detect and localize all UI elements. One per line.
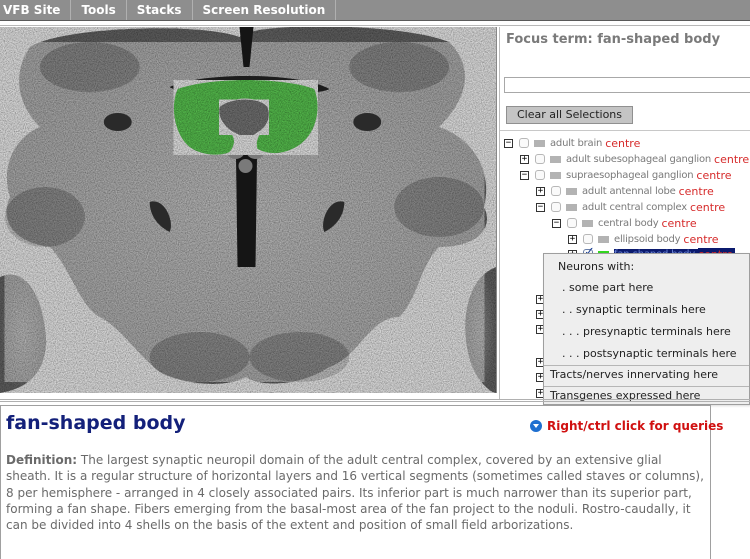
definition-body: The largest synaptic neuropil domain of …	[6, 453, 704, 533]
tree-label[interactable]: ellipsoid body	[614, 234, 681, 245]
term-search-input[interactable]	[504, 77, 750, 93]
query-context-menu: Neurons with: . some part here . . synap…	[543, 253, 750, 405]
menu-screen-resolution[interactable]: Screen Resolution	[193, 0, 337, 20]
menu-item-synaptic-terminals-here[interactable]: . . synaptic terminals here	[544, 299, 749, 321]
menu-item-postsynaptic-terminals-here[interactable]: . . . postsynaptic terminals here	[544, 343, 749, 365]
tree-row-adult-subesophageal-ganglion[interactable]: + adult subesophageal ganglion centre	[520, 151, 749, 167]
color-swatch[interactable]	[534, 139, 545, 147]
tree-checkbox[interactable]	[583, 234, 593, 244]
focus-term-label: Focus term: fan-shaped body	[506, 32, 721, 47]
color-swatch[interactable]	[582, 219, 593, 227]
tree-divider	[500, 130, 750, 131]
clear-all-selections-button[interactable]: Clear all Selections	[506, 106, 633, 124]
tree-checkbox[interactable]	[535, 170, 545, 180]
context-menu-heading: Neurons with:	[558, 260, 635, 273]
query-hint-text[interactable]: Right/ctrl click for queries	[547, 419, 723, 433]
menu-vfb-site[interactable]: VFB Site	[0, 0, 72, 20]
tree-label[interactable]: supraesophageal ganglion	[566, 170, 694, 181]
menu-tools[interactable]: Tools	[71, 0, 127, 20]
collapse-icon[interactable]: −	[552, 218, 561, 228]
tree-row-adult-antennal-lobe[interactable]: + adult antennal lobe centre	[536, 183, 714, 199]
centre-link[interactable]: centre	[661, 217, 696, 230]
color-swatch[interactable]	[550, 171, 561, 179]
tree-checkbox[interactable]	[551, 202, 561, 212]
menu-item-transgenes-expressed[interactable]: Transgenes expressed here	[544, 385, 749, 407]
definition-panel-divider	[0, 399, 750, 402]
tree-checkbox[interactable]	[551, 186, 561, 196]
collapse-icon[interactable]: −	[520, 170, 529, 180]
top-menu-bar: VFB Site Tools Stacks Screen Resolution	[0, 0, 750, 21]
tree-label[interactable]: central body	[598, 218, 659, 229]
color-swatch[interactable]	[550, 155, 561, 163]
tree-row-adult-central-complex[interactable]: − adult central complex centre	[536, 199, 725, 215]
tree-label[interactable]: adult subesophageal ganglion	[566, 154, 711, 165]
expand-icon[interactable]: +	[536, 186, 545, 196]
tree-label[interactable]: adult antennal lobe	[582, 186, 676, 197]
tree-row-supraesophageal-ganglion[interactable]: − supraesophageal ganglion centre	[520, 167, 732, 183]
term-definition-panel: fan-shaped body Right/ctrl click for que…	[0, 405, 723, 559]
centre-link[interactable]: centre	[714, 153, 749, 166]
expand-icon[interactable]: +	[520, 154, 529, 164]
menubar-divider	[0, 22, 750, 26]
tree-checkbox[interactable]	[567, 218, 577, 228]
collapse-icon[interactable]: −	[504, 138, 513, 148]
color-swatch[interactable]	[566, 203, 577, 211]
tree-label[interactable]: adult central complex	[582, 202, 687, 213]
brain-stack-viewer[interactable]	[0, 27, 497, 393]
definition-text: Definition: The largest synaptic neuropi…	[6, 452, 708, 533]
query-hint[interactable]: Right/ctrl click for queries	[530, 419, 723, 433]
centre-link[interactable]: centre	[690, 201, 725, 214]
menu-item-some-part-here[interactable]: . some part here	[544, 277, 749, 299]
centre-link[interactable]: centre	[679, 185, 714, 198]
menu-item-presynaptic-terminals-here[interactable]: . . . presynaptic terminals here	[544, 321, 749, 343]
collapse-icon[interactable]: −	[536, 202, 545, 212]
menu-item-tracts-nerves-innervating[interactable]: Tracts/nerves innervating here	[544, 364, 749, 386]
definition-label: Definition:	[6, 453, 78, 467]
tree-row-adult-brain[interactable]: − adult brain centre	[504, 135, 640, 151]
tree-checkbox[interactable]	[519, 138, 529, 148]
dropdown-circle-icon[interactable]	[530, 420, 542, 432]
term-title: fan-shaped body	[6, 412, 186, 434]
color-swatch[interactable]	[566, 187, 577, 195]
centre-link[interactable]: centre	[683, 233, 718, 246]
tree-row-central-body[interactable]: − central body centre	[552, 215, 697, 231]
centre-link[interactable]: centre	[605, 137, 640, 150]
centre-link[interactable]: centre	[696, 169, 731, 182]
tree-label[interactable]: adult brain	[550, 138, 602, 149]
brain-image[interactable]	[0, 27, 496, 393]
color-swatch[interactable]	[598, 235, 609, 243]
menu-stacks[interactable]: Stacks	[127, 0, 193, 20]
tree-checkbox[interactable]	[535, 154, 545, 164]
expand-icon[interactable]: +	[568, 234, 577, 244]
